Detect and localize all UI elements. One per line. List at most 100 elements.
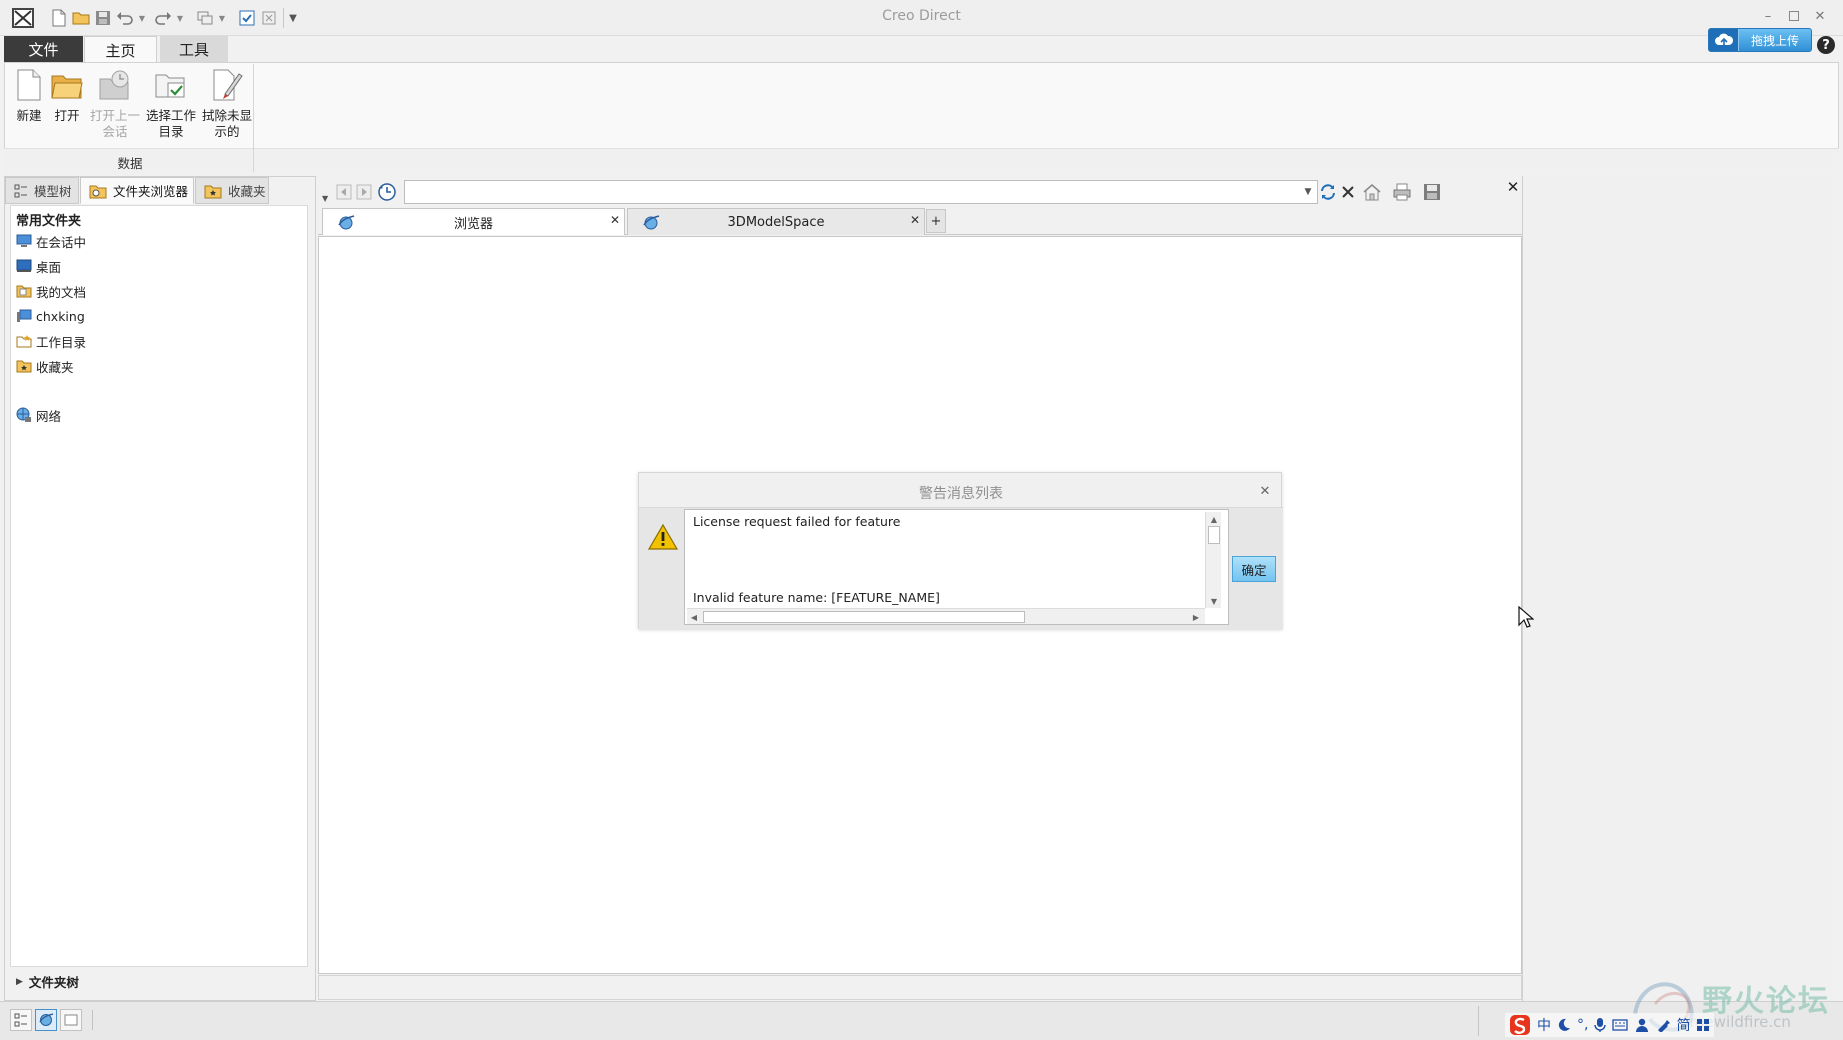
- tab-3dmodelspace[interactable]: 3DModelSpace ✕: [627, 208, 925, 235]
- user-icon[interactable]: [1634, 1015, 1650, 1035]
- list-item-desktop[interactable]: 桌面: [16, 255, 61, 277]
- help-icon[interactable]: ?: [1817, 36, 1835, 54]
- select-working-dir-icon: [153, 66, 189, 104]
- favorites-icon: [204, 183, 222, 199]
- tab-browser-label: 浏览器: [453, 216, 493, 232]
- tab-folder-browser[interactable]: 文件夹浏览器: [80, 177, 194, 204]
- save-icon[interactable]: [92, 8, 114, 28]
- warning-icon: [647, 523, 679, 551]
- toolbar-separator: [283, 8, 284, 28]
- save-page-icon[interactable]: [1420, 181, 1444, 203]
- toolbox-icon[interactable]: [1696, 1015, 1710, 1035]
- open-last-session-button[interactable]: 打开上一 会话: [88, 66, 142, 140]
- message-line: Invalid feature name: [FEATURE_NAME]: [693, 590, 940, 605]
- message-textbox[interactable]: License request failed for feature Inval…: [684, 509, 1229, 625]
- drag-upload-button[interactable]: 拖拽上传: [1708, 28, 1812, 52]
- address-input[interactable]: [404, 180, 1318, 204]
- computer-icon: [16, 308, 32, 324]
- show-browser-icon[interactable]: [35, 1009, 57, 1031]
- new-file-icon[interactable]: [48, 8, 70, 28]
- close-window-icon[interactable]: [258, 8, 280, 28]
- close-browser-icon[interactable]: ✕: [1504, 178, 1522, 196]
- tab-browser[interactable]: 浏览器 ✕: [322, 208, 625, 235]
- list-item-in-session[interactable]: 在会话中: [16, 230, 86, 252]
- ime-simplified-mode[interactable]: 简: [1676, 1015, 1690, 1035]
- print-icon[interactable]: [1390, 181, 1414, 203]
- working-directory-icon: [16, 333, 32, 349]
- dialog-close-icon[interactable]: ✕: [1255, 481, 1275, 501]
- list-item-working-directory[interactable]: 工作目录: [16, 330, 86, 352]
- keyboard-icon[interactable]: [1612, 1015, 1629, 1035]
- punctuation-icon[interactable]: °,: [1577, 1015, 1588, 1035]
- add-tab-button[interactable]: +: [926, 209, 946, 233]
- open-button[interactable]: 打开: [48, 66, 86, 124]
- browser-tab-icon: [337, 214, 355, 230]
- folder-tree-toggle[interactable]: ▶ 文件夹树: [16, 972, 79, 991]
- address-dropdown-icon[interactable]: ▼: [1300, 181, 1316, 203]
- network-icon: [16, 407, 32, 423]
- close-tab-icon[interactable]: ✕: [610, 213, 620, 227]
- maximize-icon[interactable]: [1781, 6, 1807, 26]
- tab-model-tree[interactable]: 模型树: [5, 177, 79, 204]
- scroll-down-icon[interactable]: ▼: [1208, 595, 1220, 607]
- redo-icon[interactable]: [152, 8, 174, 28]
- windows-icon[interactable]: [194, 8, 216, 28]
- select-working-directory-button[interactable]: 选择工作 目录: [144, 66, 198, 140]
- tab-tools[interactable]: 工具: [160, 36, 228, 62]
- forward-icon[interactable]: [352, 181, 376, 203]
- erase-not-displayed-label: 拭除未显 示的: [201, 108, 252, 139]
- scrollbar-thumb[interactable]: [703, 611, 1025, 623]
- creo-app-icon[interactable]: [12, 8, 34, 28]
- vertical-scrollbar[interactable]: ▲ ▼: [1205, 512, 1221, 608]
- tab-folder-browser-label: 文件夹浏览器: [113, 184, 189, 199]
- close-tab-icon[interactable]: ✕: [910, 213, 920, 227]
- customize-toolbar-icon[interactable]: ▼: [286, 8, 300, 28]
- ok-button[interactable]: 确定: [1232, 556, 1276, 582]
- scroll-left-icon[interactable]: ◀: [688, 611, 700, 623]
- skin-icon[interactable]: [1656, 1015, 1671, 1035]
- open-folder-icon[interactable]: [70, 8, 92, 28]
- close-app-icon[interactable]: ✕: [1807, 6, 1833, 26]
- ime-chinese-mode[interactable]: 中: [1537, 1015, 1551, 1035]
- sogou-logo-icon[interactable]: [1509, 1015, 1531, 1035]
- folder-tree-label: 文件夹树: [28, 975, 79, 990]
- list-item-label: 工作目录: [36, 334, 87, 350]
- horizontal-scrollbar[interactable]: ◀ ▶: [687, 608, 1205, 624]
- erase-not-displayed-button[interactable]: 拭除未显 示的: [200, 66, 254, 140]
- tab-favorites[interactable]: 收藏夹: [195, 177, 269, 204]
- toolbar-dropdown-icon[interactable]: ▼: [322, 194, 328, 203]
- list-item-network[interactable]: 网络: [16, 404, 61, 426]
- stop-icon[interactable]: [1336, 181, 1360, 203]
- redo-dropdown-icon[interactable]: ▼: [174, 8, 186, 28]
- moon-icon[interactable]: [1557, 1015, 1571, 1035]
- open-last-session-icon: [97, 66, 133, 104]
- history-icon[interactable]: [375, 181, 399, 203]
- browser-tab-icon: [642, 214, 660, 230]
- scroll-up-icon[interactable]: ▲: [1208, 513, 1220, 525]
- list-item-label: 在会话中: [36, 234, 87, 250]
- common-folders-heading: 常用文件夹: [16, 214, 82, 229]
- tab-home[interactable]: 主页: [84, 36, 157, 63]
- open-folder-icon: [49, 66, 85, 104]
- desktop-icon: [16, 258, 32, 274]
- scroll-right-icon[interactable]: ▶: [1190, 611, 1202, 623]
- undo-dropdown-icon[interactable]: ▼: [136, 8, 148, 28]
- new-button[interactable]: 新建: [10, 66, 48, 124]
- list-item-favorites[interactable]: 收藏夹: [16, 355, 74, 377]
- minimize-icon[interactable]: –: [1755, 6, 1781, 26]
- windows-dropdown-icon[interactable]: ▼: [216, 8, 228, 28]
- microphone-icon[interactable]: [1594, 1015, 1607, 1035]
- tab-3dmodelspace-label: 3DModelSpace: [727, 214, 825, 230]
- full-screen-icon[interactable]: [60, 1009, 82, 1031]
- drag-upload-label: 拖拽上传: [1750, 33, 1799, 48]
- show-navigator-icon[interactable]: [10, 1009, 32, 1031]
- scrollbar-thumb[interactable]: [1208, 526, 1220, 544]
- regenerate-icon[interactable]: [236, 8, 258, 28]
- tab-file[interactable]: 文件: [4, 36, 83, 62]
- list-item-my-documents[interactable]: 我的文档: [16, 280, 86, 302]
- undo-icon[interactable]: [114, 8, 136, 28]
- select-working-directory-label: 选择工作 目录: [145, 108, 196, 139]
- list-item-label: 桌面: [36, 259, 62, 275]
- home-icon[interactable]: [1360, 181, 1384, 203]
- list-item-chxking[interactable]: chxking: [16, 305, 85, 327]
